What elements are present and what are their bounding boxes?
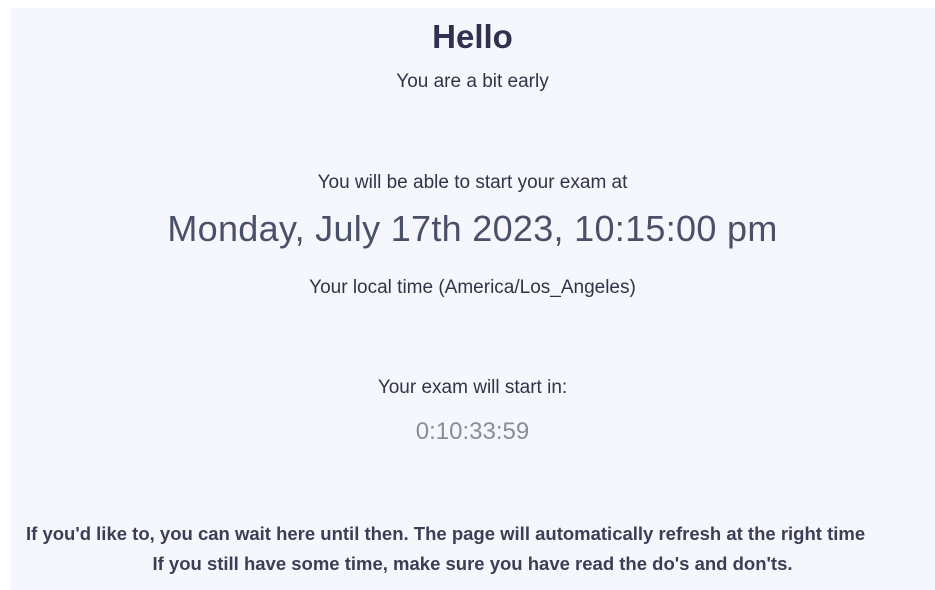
page-subtitle: You are a bit early [396,71,549,92]
countdown-timer: 0:10:33:59 [415,418,530,445]
start-datetime: Monday, July 17th 2023, 10:15:00 pm [167,208,778,249]
waiting-page: Hello You are a bit early You will be ab… [10,8,935,590]
wait-info-text: If you'd like to, you can wait here unti… [26,523,866,544]
countdown-label: Your exam will start in: [377,377,568,398]
start-time-label: You will be able to start your exam at [317,172,628,193]
page-title: Hello [432,18,513,55]
timezone-note: Your local time (America/Los_Angeles) [309,277,636,298]
dos-donts-reminder: If you still have some time, make sure y… [152,553,793,574]
